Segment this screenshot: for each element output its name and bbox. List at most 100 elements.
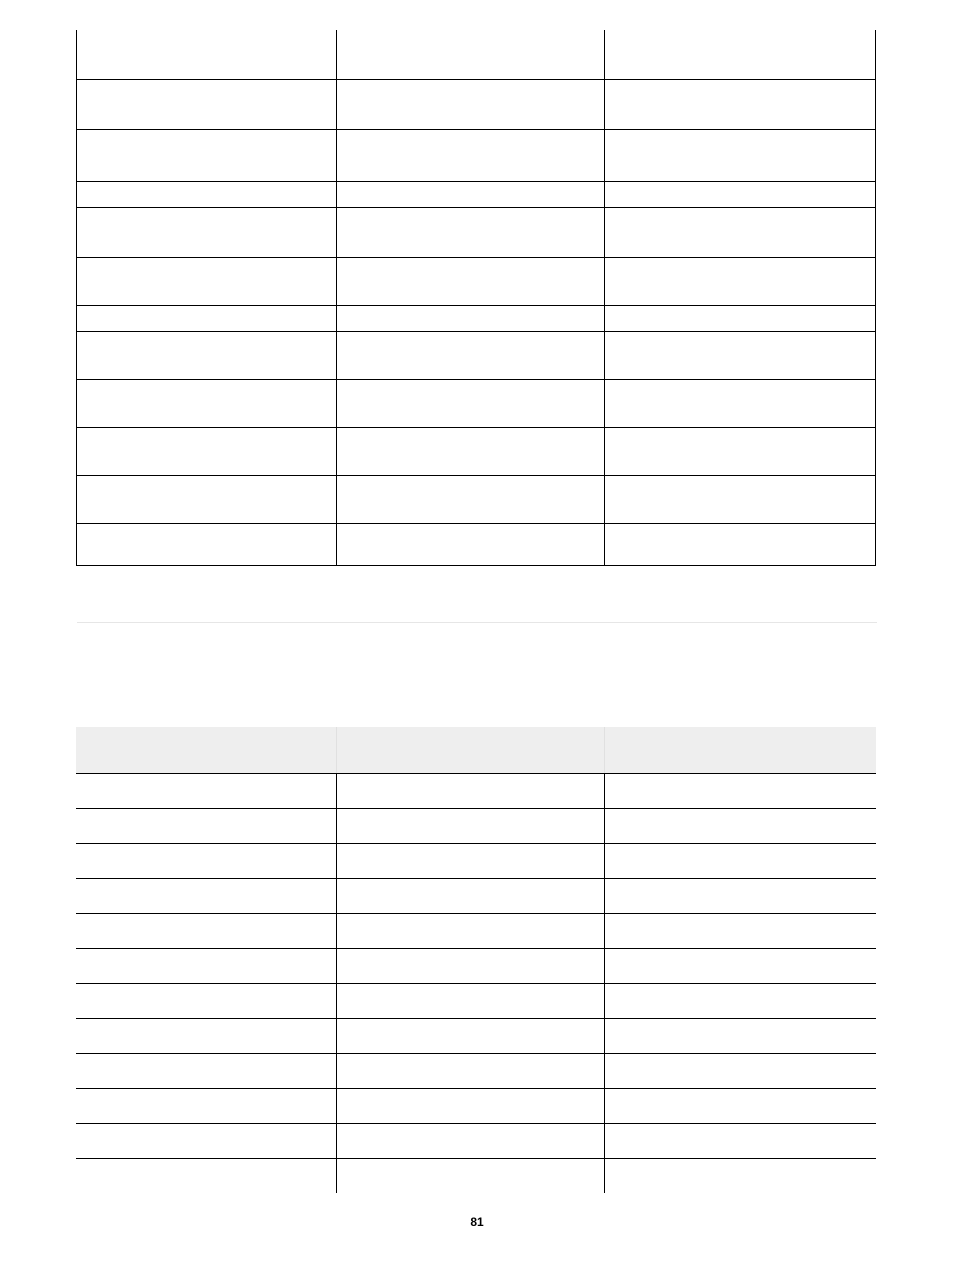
- table-cell: [604, 914, 876, 948]
- table-row: [76, 879, 876, 914]
- table-cell: [604, 809, 876, 843]
- table-cell: [76, 208, 336, 257]
- table-cell: [76, 1054, 336, 1088]
- table-cell: [336, 809, 604, 843]
- table-row: [76, 949, 876, 984]
- table-cell: [336, 30, 604, 79]
- table-cell: [76, 1089, 336, 1123]
- table-row: [76, 258, 876, 306]
- table-cell: [604, 1124, 876, 1158]
- table-cell: [604, 774, 876, 808]
- table-cell: [76, 774, 336, 808]
- table-row: [76, 809, 876, 844]
- table-cell: [336, 208, 604, 257]
- table-cell: [336, 1054, 604, 1088]
- table-cell: [76, 524, 336, 565]
- table-cell: [336, 949, 604, 983]
- table-row: [76, 1054, 876, 1089]
- table-cell: [76, 1019, 336, 1053]
- table-cell: [336, 524, 604, 565]
- table-cell: [604, 476, 876, 523]
- table-cell: [76, 182, 336, 207]
- table-row: [76, 524, 876, 566]
- table-row: [76, 182, 876, 208]
- table-row: [76, 80, 876, 130]
- table-row: [76, 1124, 876, 1159]
- table-cell: [76, 80, 336, 129]
- table-cell: [76, 332, 336, 379]
- table-cell: [604, 182, 876, 207]
- table-row: [76, 914, 876, 949]
- table-cell: [604, 879, 876, 913]
- table-cell: [604, 949, 876, 983]
- table-row: [76, 774, 876, 809]
- table-cell: [604, 1054, 876, 1088]
- table-header-row: [76, 727, 876, 774]
- table-cell: [76, 476, 336, 523]
- table-cell: [76, 914, 336, 948]
- table-row: [76, 476, 876, 524]
- table-cell: [76, 258, 336, 305]
- table-cell: [76, 130, 336, 181]
- table-header-cell: [76, 727, 336, 773]
- table-cell: [604, 258, 876, 305]
- section-separator: [77, 622, 877, 623]
- table-cell: [336, 984, 604, 1018]
- table-cell: [336, 80, 604, 129]
- table-cell: [604, 1159, 876, 1193]
- table-bottom: [76, 727, 876, 1193]
- table-cell: [76, 1124, 336, 1158]
- table-cell: [336, 306, 604, 331]
- table-cell: [76, 1159, 336, 1193]
- table-cell: [76, 844, 336, 878]
- table-cell: [336, 476, 604, 523]
- table-cell: [336, 879, 604, 913]
- table-row: [76, 984, 876, 1019]
- table-cell: [604, 1089, 876, 1123]
- table-cell: [604, 208, 876, 257]
- table-cell: [604, 80, 876, 129]
- table-cell: [336, 1019, 604, 1053]
- table-row: [76, 844, 876, 879]
- table-top: [76, 30, 876, 562]
- table-header-cell: [336, 727, 604, 773]
- table-cell: [336, 1159, 604, 1193]
- page: 81: [0, 30, 954, 1265]
- table-cell: [336, 380, 604, 427]
- table-cell: [76, 428, 336, 475]
- table-cell: [336, 774, 604, 808]
- table-header-cell: [604, 727, 876, 773]
- table-cell: [76, 949, 336, 983]
- table-cell: [604, 428, 876, 475]
- table-row: [76, 332, 876, 380]
- table-cell: [604, 332, 876, 379]
- table-cell: [336, 1089, 604, 1123]
- table-cell: [336, 914, 604, 948]
- table-cell: [604, 524, 876, 565]
- table-cell: [604, 984, 876, 1018]
- table-cell: [604, 1019, 876, 1053]
- table-cell: [604, 844, 876, 878]
- table-row: [76, 1089, 876, 1124]
- table-cell: [76, 984, 336, 1018]
- table-row: [76, 30, 876, 80]
- table-cell: [604, 380, 876, 427]
- page-number: 81: [0, 1215, 954, 1229]
- table-cell: [76, 30, 336, 79]
- table-cell: [336, 844, 604, 878]
- table-row: [76, 428, 876, 476]
- table-cell: [604, 30, 876, 79]
- table-cell: [76, 809, 336, 843]
- table-cell: [336, 258, 604, 305]
- table-row: [76, 380, 876, 428]
- table-cell: [76, 306, 336, 331]
- table-cell: [76, 380, 336, 427]
- table-row: [76, 1019, 876, 1054]
- table-cell: [336, 428, 604, 475]
- table-row: [76, 130, 876, 182]
- table-cell: [336, 130, 604, 181]
- table-row: [76, 208, 876, 258]
- table-cell: [604, 306, 876, 331]
- table-row: [76, 1159, 876, 1193]
- table-row: [76, 306, 876, 332]
